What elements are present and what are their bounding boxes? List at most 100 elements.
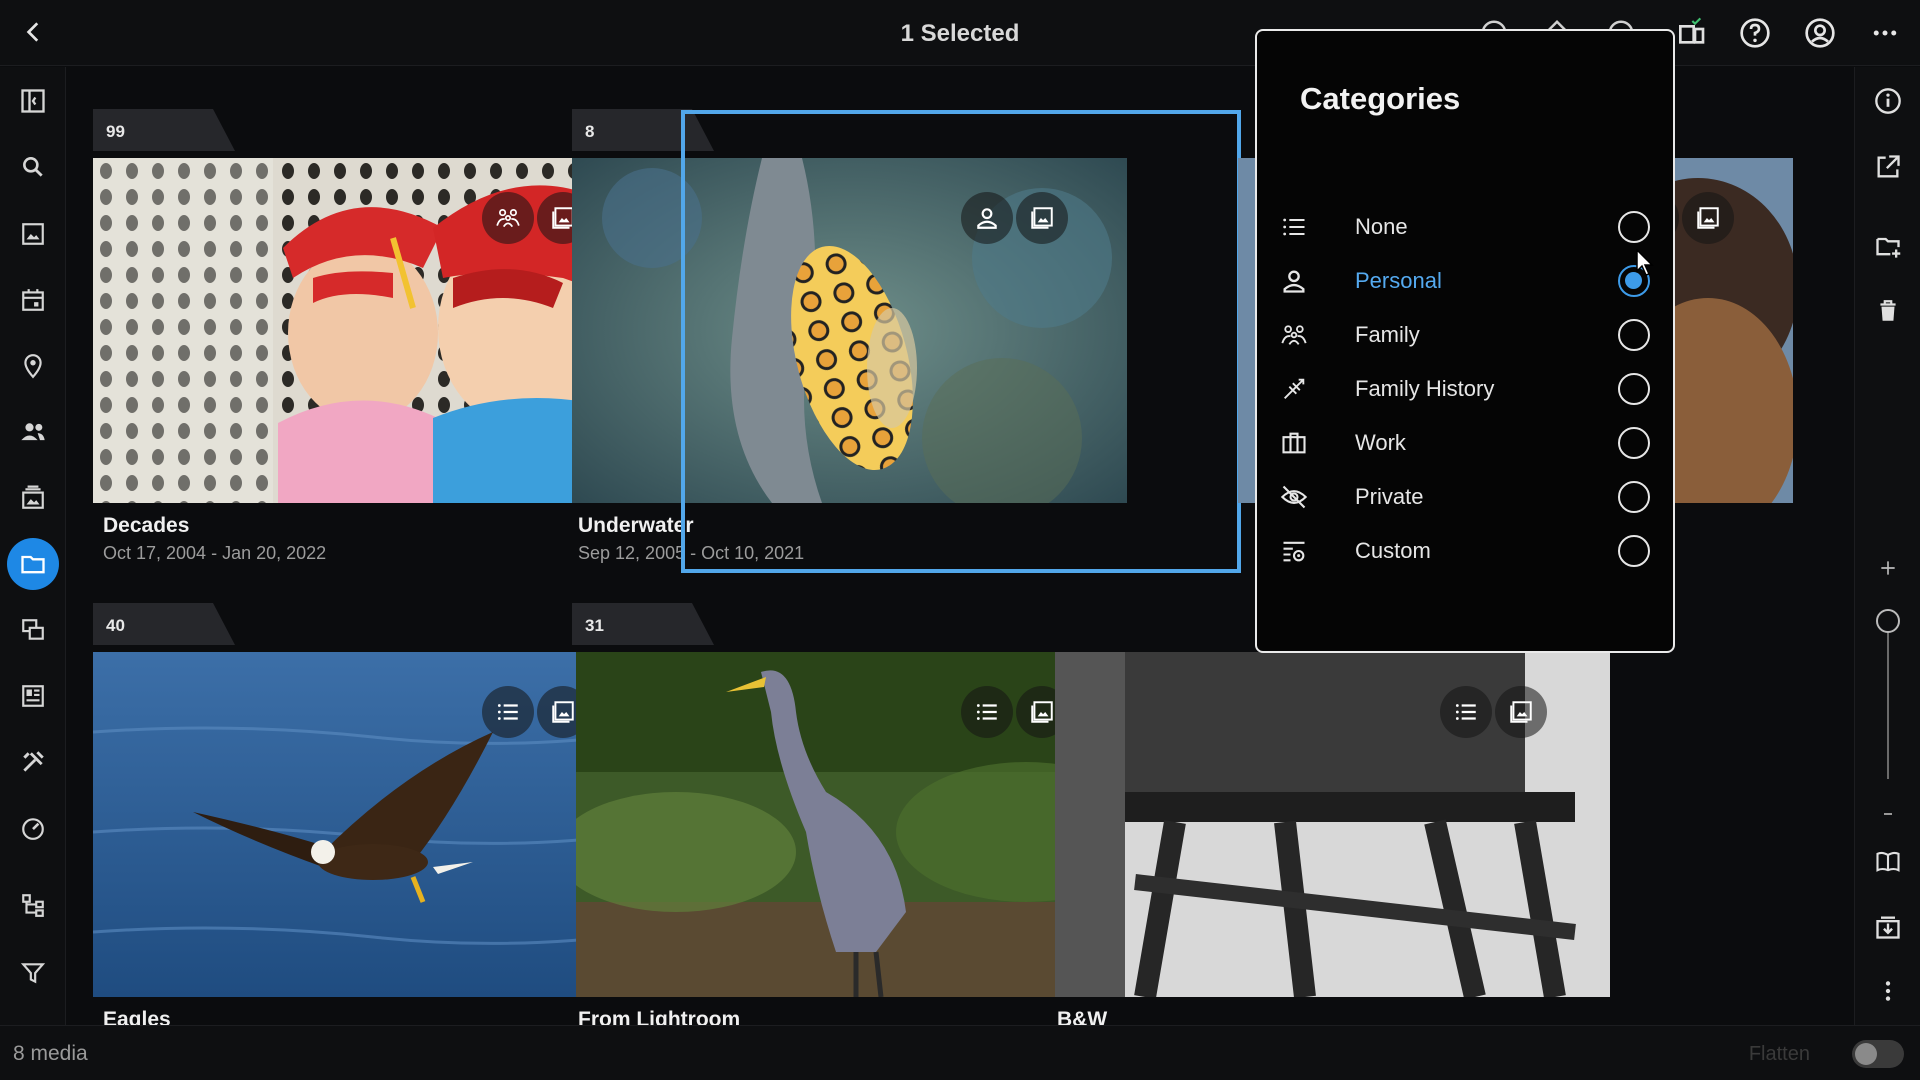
category-label: Custom [1355, 538, 1431, 563]
more-vertical-icon [1885, 981, 1891, 1001]
family-tree-icon [1284, 378, 1305, 399]
nav-hierarchy[interactable] [7, 879, 59, 931]
nav-tools[interactable] [7, 736, 59, 788]
custom-settings-icon [1283, 541, 1305, 562]
album-name: Underwater [578, 514, 694, 537]
right-sidebar [1854, 67, 1920, 1025]
nav-photos[interactable] [7, 208, 59, 260]
filter-icon [20, 963, 46, 984]
gallery-icon [22, 685, 44, 707]
category-badge[interactable] [1440, 686, 1492, 738]
nav-calendar[interactable] [7, 274, 59, 326]
flatten-toggle[interactable] [1852, 1040, 1904, 1068]
nav-people[interactable] [7, 406, 59, 458]
mouse-cursor [1636, 249, 1656, 277]
account-button[interactable] [1801, 14, 1839, 52]
family-icon [496, 209, 520, 228]
album-card-eagles[interactable]: 40 Eagles [66, 561, 648, 1025]
category-option-private[interactable]: Private [1257, 470, 1673, 524]
zoom-in-button[interactable] [1868, 548, 1908, 588]
radio-button[interactable] [1618, 373, 1650, 405]
category-option-work[interactable]: Work [1257, 416, 1673, 470]
category-option-family[interactable]: Family [1257, 308, 1673, 362]
sidebar-toggle-icon [21, 89, 45, 113]
info-button[interactable] [1868, 81, 1908, 121]
album-name: Decades [103, 514, 190, 537]
radio-button[interactable] [1618, 211, 1650, 243]
more-button[interactable] [1866, 14, 1904, 52]
cursor-icon [1636, 249, 1654, 276]
zoom-slider-track[interactable] [1887, 621, 1889, 779]
media-count: 8 media [13, 1042, 88, 1065]
photos-icon [22, 223, 44, 245]
category-label: Private [1355, 484, 1424, 509]
new-folder-button[interactable] [1868, 226, 1908, 266]
category-badge[interactable] [961, 192, 1013, 244]
book-button[interactable] [1868, 842, 1908, 882]
map-pin-icon [24, 354, 42, 379]
devices-button[interactable] [1672, 14, 1710, 52]
nav-folders[interactable] [7, 538, 59, 590]
set-cover-button[interactable] [1682, 192, 1734, 244]
book-icon [1876, 851, 1900, 872]
zoom-in-icon [1881, 561, 1895, 575]
hierarchy-icon [22, 894, 44, 917]
people-icon [21, 423, 45, 441]
albums-icon [22, 485, 44, 509]
album-card-from-lightroom[interactable]: 31 From Lightroom [545, 561, 1131, 1025]
category-option-none[interactable]: None [1257, 200, 1673, 254]
new-folder-icon [1876, 237, 1901, 258]
category-option-family-history[interactable]: Family History [1257, 362, 1673, 416]
account-icon [1805, 18, 1835, 48]
delete-button[interactable] [1868, 291, 1908, 331]
album-card-decades[interactable]: 99 Decades Oct 17, 2004 - Jan 20, 2022 [66, 67, 648, 563]
nav-filter[interactable] [7, 947, 59, 999]
image-icon [1697, 207, 1719, 229]
more-vertical-button[interactable] [1868, 971, 1908, 1011]
list-icon [1283, 218, 1305, 236]
album-count: 99 [106, 122, 125, 141]
folder-icon [21, 555, 45, 574]
person-icon [977, 208, 997, 229]
set-cover-button[interactable] [1016, 192, 1068, 244]
sidebar-toggle-button[interactable] [7, 75, 59, 127]
radio-button[interactable] [1618, 319, 1650, 351]
nav-search[interactable] [7, 141, 59, 193]
help-button[interactable] [1736, 14, 1774, 52]
image-icon [1031, 207, 1053, 229]
nav-dashboard[interactable] [7, 802, 59, 854]
left-sidebar [0, 67, 66, 1025]
radio-button[interactable] [1618, 535, 1650, 567]
nav-albums[interactable] [7, 472, 59, 524]
album-name: Eagles [103, 1008, 171, 1025]
zoom-slider-thumb[interactable] [1876, 609, 1900, 633]
album-name: B&W [1057, 1008, 1108, 1025]
category-badge[interactable] [482, 192, 534, 244]
more-icon [1873, 30, 1897, 36]
set-cover-button[interactable] [1495, 686, 1547, 738]
popup-title: Categories [1300, 81, 1461, 116]
open-external-button[interactable] [1868, 147, 1908, 187]
info-icon [1875, 88, 1901, 114]
nav-gallery[interactable] [7, 670, 59, 722]
radio-button[interactable] [1618, 481, 1650, 513]
category-option-custom[interactable]: Custom [1257, 524, 1673, 578]
nav-collections[interactable] [7, 604, 59, 656]
help-icon [1740, 18, 1770, 48]
briefcase-icon [1282, 432, 1306, 454]
list-icon [1455, 704, 1476, 720]
category-badge[interactable] [961, 686, 1013, 738]
category-label: Family History [1355, 376, 1495, 401]
category-badge[interactable] [482, 686, 534, 738]
album-card-underwater[interactable]: 8 Underwater Sep 12, 2005 - Oct 10, 2021 [545, 67, 1127, 563]
radio-button[interactable] [1618, 427, 1650, 459]
search-icon [23, 157, 43, 177]
category-label: Family [1355, 322, 1420, 347]
category-option-personal[interactable]: Personal [1257, 254, 1673, 308]
nav-places[interactable] [7, 340, 59, 392]
list-icon [976, 704, 997, 720]
zoom-out-button[interactable] [1868, 794, 1908, 834]
album-name: From Lightroom [578, 1008, 741, 1025]
import-button[interactable] [1868, 907, 1908, 947]
tools-icon [23, 751, 44, 772]
